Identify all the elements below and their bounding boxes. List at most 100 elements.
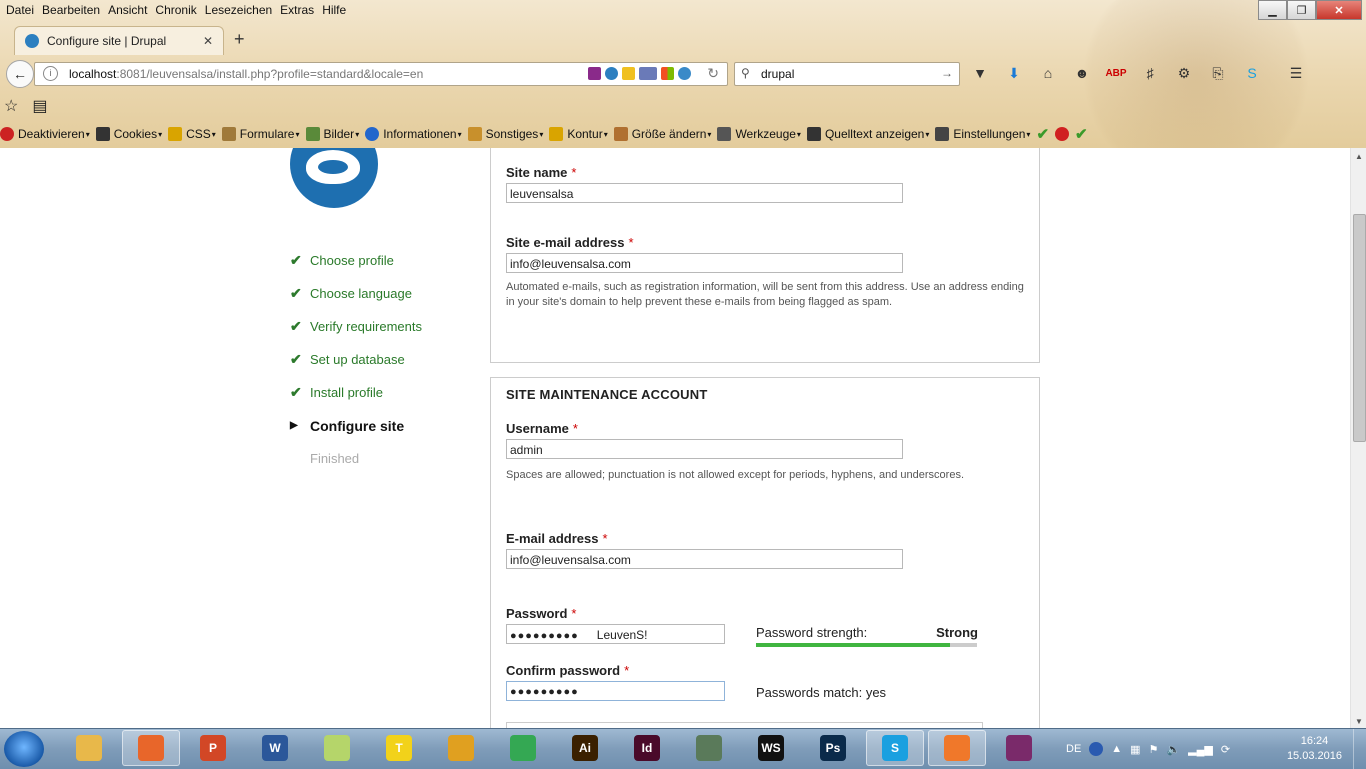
devbar-error-icon[interactable] <box>1055 127 1070 141</box>
devbar-deaktivieren[interactable]: Deaktivieren ▾ <box>0 127 90 141</box>
signal-icon[interactable]: ▂▄▆ <box>1188 743 1213 756</box>
taskbar-app-tools[interactable] <box>432 730 490 766</box>
step-label: Verify requirements <box>310 319 422 334</box>
menu-datei[interactable]: Datei <box>2 0 38 20</box>
menu-bearbeiten[interactable]: Bearbeiten <box>38 0 104 20</box>
taskbar-app-illustrator[interactable]: Ai <box>556 730 614 766</box>
lock-addon-icon[interactable] <box>622 67 635 80</box>
windows-addon-icon[interactable] <box>661 67 674 80</box>
extension-icon[interactable]: ⚙ <box>1174 64 1194 82</box>
required-mark: * <box>602 531 608 546</box>
scrollbar-thumb[interactable] <box>1353 214 1366 442</box>
devbar-valid2-icon[interactable]: ✔ <box>1075 125 1088 143</box>
taskbar-app-typora[interactable]: T <box>370 730 428 766</box>
home-icon[interactable]: ⌂ <box>1038 64 1058 82</box>
network-windows-icon[interactable]: ▦ <box>1130 743 1140 756</box>
devbar-werkzeuge[interactable]: Werkzeuge ▾ <box>717 127 801 141</box>
new-tab-button[interactable]: + <box>234 29 245 50</box>
devbar-cookies[interactable]: Cookies ▾ <box>95 127 162 141</box>
account-email-input[interactable]: info@leuvensalsa.com <box>506 549 903 569</box>
taskbar-app-winrar[interactable] <box>990 730 1048 766</box>
php-addon-icon[interactable] <box>639 67 657 80</box>
clipboard-icon[interactable]: ⎘ <box>1208 64 1228 82</box>
bookmark-star-icon[interactable]: ☆ <box>4 96 18 116</box>
password-input[interactable]: ●●●●●●●●● LeuvenS! <box>506 624 725 644</box>
search-bar[interactable]: ⚲ drupal → <box>734 62 960 86</box>
close-tab-icon[interactable]: ✕ <box>203 34 217 48</box>
devbar-kontur[interactable]: Kontur ▾ <box>549 127 608 141</box>
check-icon: ✔ <box>290 351 302 367</box>
site-email-input[interactable]: info@leuvensalsa.com <box>506 253 903 273</box>
taskbar-app-xampp[interactable] <box>928 730 986 766</box>
reload-icon[interactable]: ↻ <box>707 65 719 82</box>
devbar-quelltext[interactable]: Quelltext anzeigen ▾ <box>806 127 929 141</box>
menu-extras[interactable]: Extras <box>276 0 318 20</box>
urlbar-addon-icons <box>588 67 691 80</box>
confirm-password-input[interactable]: ●●●●●●●●● <box>506 681 725 701</box>
skype-addon-icon[interactable]: S <box>1242 64 1262 82</box>
drupal-addon-icon[interactable] <box>605 67 618 80</box>
download-icon[interactable]: ⬇ <box>1004 64 1024 82</box>
pocket-icon[interactable]: ▼ <box>970 64 990 82</box>
close-window-button[interactable]: ✕ <box>1316 0 1362 20</box>
taskbar-app-webstorm[interactable]: WS <box>742 730 800 766</box>
system-clock[interactable]: 16:24 15.03.2016 <box>1287 734 1342 764</box>
step-install-profile: ✔ Install profile <box>290 376 422 409</box>
devbar-einstellungen[interactable]: Einstellungen ▾ <box>935 127 1030 141</box>
site-information-panel: Site name * leuvensalsa Site e-mail addre… <box>490 148 1040 363</box>
reading-list-icon[interactable]: ▤ <box>32 96 47 116</box>
devbar-formulare[interactable]: Formulare ▾ <box>221 127 300 141</box>
scroll-down-icon[interactable]: ▼ <box>1355 717 1363 726</box>
wave-addon-icon[interactable] <box>678 67 691 80</box>
info-icon[interactable]: i <box>43 66 58 81</box>
triangle-right-icon: ▶ <box>290 420 298 431</box>
menu-ansicht[interactable]: Ansicht <box>104 0 151 20</box>
addon-icon[interactable]: ♯ <box>1140 64 1160 82</box>
show-desktop-button[interactable] <box>1353 729 1366 769</box>
search-go-icon[interactable]: → <box>941 66 953 80</box>
password-strength-indicator: Password strength: Strong <box>756 625 978 647</box>
taskbar-app-word[interactable]: W <box>246 730 304 766</box>
taskbar-app-photoshop[interactable]: Ps <box>804 730 862 766</box>
adblock-icon[interactable]: ABP <box>1105 64 1126 82</box>
menu-chronik[interactable]: Chronik <box>151 0 200 20</box>
menu-lesezeichen[interactable]: Lesezeichen <box>201 0 276 20</box>
devbar-bilder[interactable]: Bilder ▾ <box>305 127 359 141</box>
username-input[interactable]: admin <box>506 439 903 459</box>
taskbar-app-powerpoint[interactable]: P <box>184 730 242 766</box>
taskbar-app-indesign[interactable]: Id <box>618 730 676 766</box>
volume-icon[interactable]: 🔈 <box>1166 743 1180 756</box>
disable-icon <box>0 127 14 141</box>
taskbar-app-explorer[interactable] <box>60 730 118 766</box>
devbar-css[interactable]: CSS ▾ <box>168 127 216 141</box>
scroll-up-icon[interactable]: ▲ <box>1355 152 1363 161</box>
addon-feather-icon[interactable] <box>588 67 601 80</box>
devbar-informationen[interactable]: Informationen ▾ <box>365 127 462 141</box>
devbar-sonstiges[interactable]: Sonstiges ▾ <box>467 127 543 141</box>
devbar-groesse[interactable]: Größe ändern ▾ <box>613 127 711 141</box>
taskbar-app-firefox[interactable] <box>122 730 180 766</box>
minimize-button[interactable]: ▁ <box>1258 0 1287 20</box>
notes-icon <box>324 735 350 761</box>
help-icon[interactable] <box>1089 742 1104 756</box>
taskbar-app-evernote[interactable] <box>680 730 738 766</box>
site-name-input[interactable]: leuvensalsa <box>506 183 903 203</box>
start-button[interactable] <box>4 731 44 767</box>
taskbar-app-skype[interactable]: S <box>866 730 924 766</box>
taskbar-app-chrome[interactable] <box>494 730 552 766</box>
browser-tab[interactable]: Configure site | Drupal ✕ <box>14 26 224 55</box>
smiley-icon[interactable]: ☻ <box>1072 64 1092 82</box>
menu-hilfe[interactable]: Hilfe <box>318 0 350 20</box>
hamburger-menu-icon[interactable]: ☰ <box>1286 64 1306 82</box>
maximize-button[interactable]: ❐ <box>1287 0 1316 20</box>
page-viewport: ✔ Choose profile ✔ Choose language ✔ Verify… <box>0 148 1350 728</box>
devbar-valid-icon[interactable]: ✔ <box>1036 125 1049 143</box>
address-bar[interactable]: i localhost:8081/leuvensalsa/install.php… <box>34 62 728 86</box>
taskbar-app-notes[interactable] <box>308 730 366 766</box>
tray-arrow-icon[interactable]: ▲ <box>1111 743 1122 755</box>
sync-icon[interactable]: ⟳ <box>1221 743 1230 756</box>
back-button[interactable]: ← <box>6 60 34 88</box>
page-scrollbar[interactable]: ▲ ▼ <box>1350 148 1366 728</box>
language-indicator[interactable]: DE <box>1066 743 1081 755</box>
flag-icon[interactable]: ⚑ <box>1149 743 1159 756</box>
